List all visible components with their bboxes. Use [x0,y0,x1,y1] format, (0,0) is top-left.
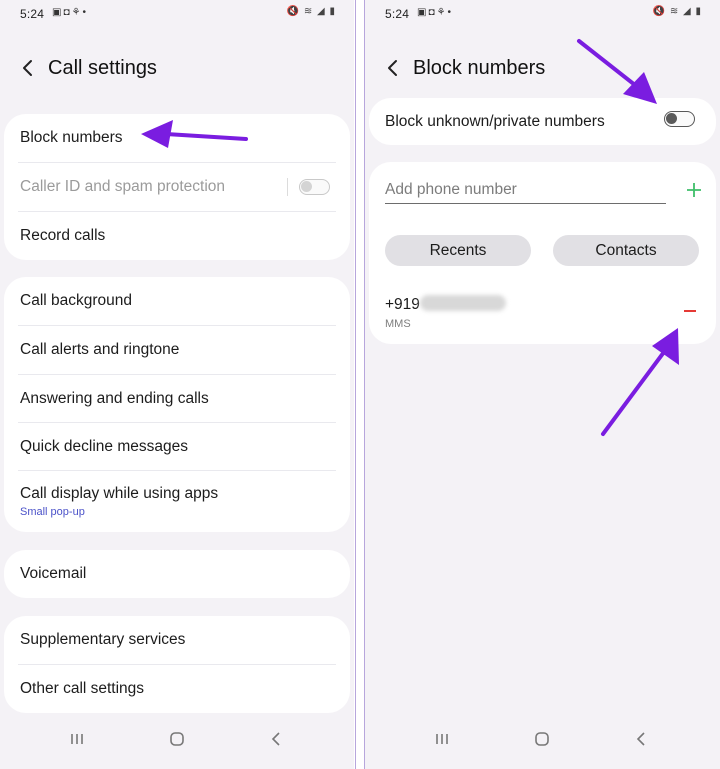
block-unknown-toggle[interactable] [664,111,695,127]
status-bar: 5:24 ▣◘⚘• 🔇 ≋ ◢ ▮ [0,0,354,28]
supplementary-services-item[interactable]: Supplementary services [4,616,350,664]
nav-back-icon[interactable] [265,727,289,751]
settings-group-4: Supplementary services Other call settin… [4,616,350,713]
separator-vertical [287,178,288,196]
status-bar: 5:24 ▣◘⚘• 🔇 ≋ ◢ ▮ [365,0,720,28]
system-status-icons: 🔇 ≋ ◢ ▮ [652,6,702,17]
quick-decline-item[interactable]: Quick decline messages [4,423,350,471]
plus-icon[interactable] [684,180,704,200]
navigation-bar [365,713,720,769]
blocked-number-type: MMS [385,318,411,330]
item-label: Record calls [20,227,106,244]
call-settings-screen: 5:24 ▣◘⚘• 🔇 ≋ ◢ ▮ Call settings Block nu… [0,0,354,769]
call-background-item[interactable]: Call background [4,277,350,325]
item-label: Caller ID and spam protection [20,178,226,195]
redacted-number [420,295,506,311]
item-subtext: Small pop-up [20,506,85,518]
notification-icons: ▣◘⚘• [52,7,88,18]
page-title: Block numbers [413,57,546,79]
divider-line [355,0,356,769]
item-label: Call display while using apps [20,485,219,502]
caller-id-spam-item: Caller ID and spam protection [4,163,350,211]
other-call-settings-item[interactable]: Other call settings [4,665,350,713]
item-label: Quick decline messages [20,438,188,455]
app-header: Block numbers [365,50,720,90]
minus-icon[interactable] [682,303,698,319]
blocked-number: +919 [385,296,420,313]
back-icon[interactable] [16,56,40,80]
system-status-icons: 🔇 ≋ ◢ ▮ [286,6,336,17]
block-numbers-screen: 5:24 ▣◘⚘• 🔇 ≋ ◢ ▮ Block numbers Block un… [365,0,720,769]
item-label: Supplementary services [20,631,186,648]
item-label: Block numbers [20,129,123,146]
item-label: Call alerts and ringtone [20,341,180,358]
block-unknown-item[interactable]: Block unknown/private numbers [369,98,716,145]
add-number-input[interactable]: Add phone number [385,181,517,199]
record-calls-item[interactable]: Record calls [4,212,350,260]
nav-recents-icon[interactable] [430,727,454,751]
item-label: Voicemail [20,565,87,582]
settings-group-2: Call background Call alerts and ringtone… [4,277,350,532]
settings-group-1: Block numbers Caller ID and spam protect… [4,114,350,260]
navigation-bar [0,713,354,769]
item-label: Other call settings [20,680,145,697]
nav-recents-icon[interactable] [65,727,89,751]
contacts-button[interactable]: Contacts [553,235,699,266]
input-underline [385,203,666,204]
voicemail-item[interactable]: Voicemail [4,550,350,598]
call-alerts-item[interactable]: Call alerts and ringtone [4,326,350,374]
item-label: Block unknown/private numbers [385,113,605,130]
page-title: Call settings [48,57,157,79]
nav-home-icon[interactable] [165,727,189,751]
nav-back-icon[interactable] [630,727,654,751]
answering-ending-item[interactable]: Answering and ending calls [4,375,350,423]
caller-id-toggle[interactable] [299,179,330,195]
block-unknown-card: Block unknown/private numbers [369,98,716,145]
call-display-item[interactable]: Call display while using apps Small pop-… [4,471,350,531]
app-header: Call settings [0,50,354,90]
status-time: 5:24 [20,7,45,21]
back-icon[interactable] [381,56,405,80]
status-time: 5:24 [385,7,410,21]
block-numbers-item[interactable]: Block numbers [4,114,350,162]
item-label: Answering and ending calls [20,390,209,407]
nav-home-icon[interactable] [530,727,554,751]
recents-button[interactable]: Recents [385,235,531,266]
settings-group-3: Voicemail [4,550,350,598]
notification-icons: ▣◘⚘• [417,7,453,18]
item-label: Call background [20,292,133,309]
